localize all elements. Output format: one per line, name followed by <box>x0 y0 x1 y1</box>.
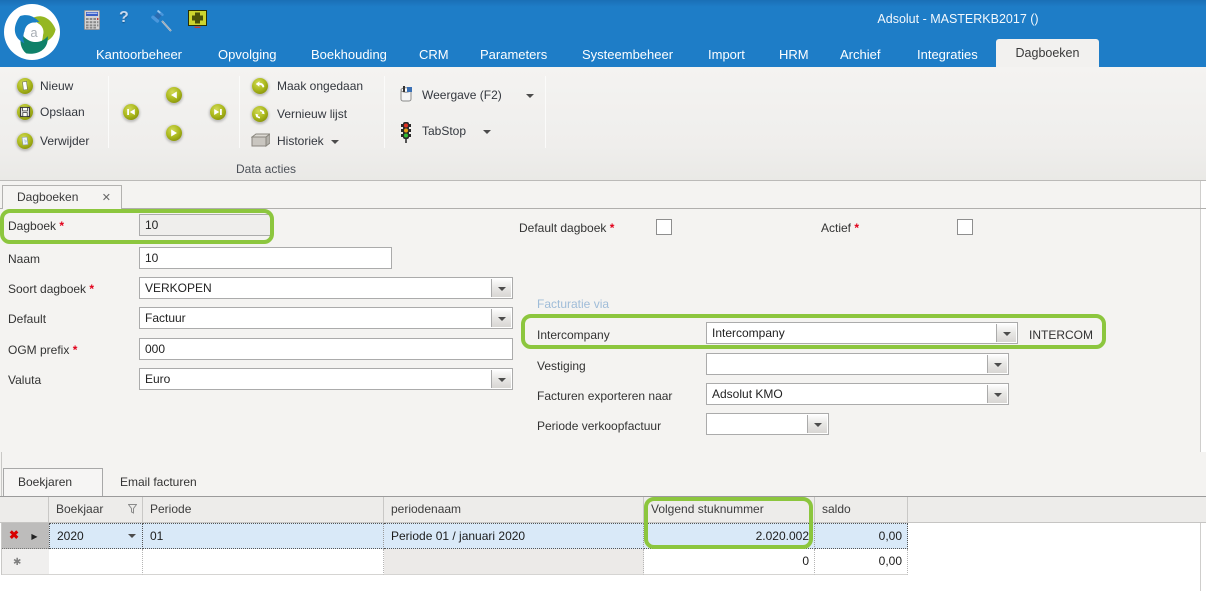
svg-text:a: a <box>30 25 38 40</box>
